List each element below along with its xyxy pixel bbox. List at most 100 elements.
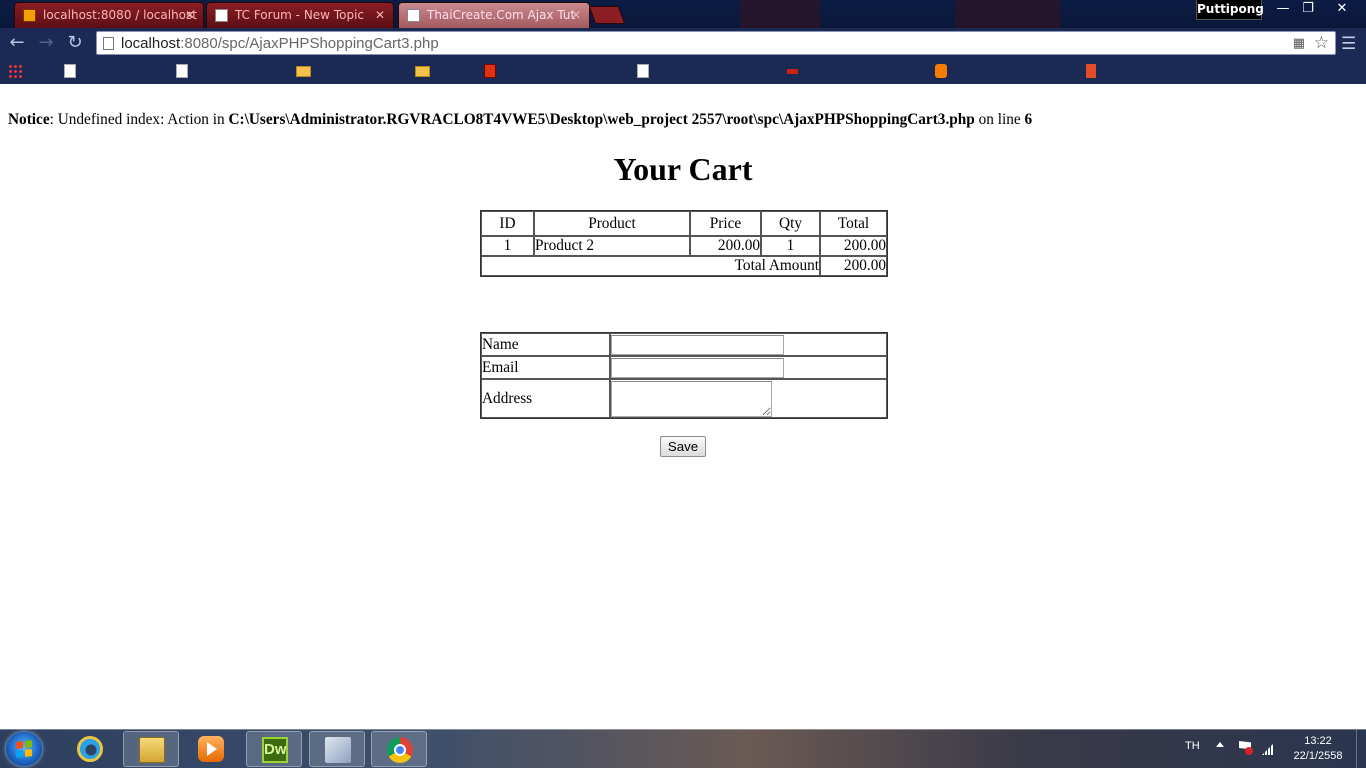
application-icon — [325, 737, 351, 763]
cell-total: 200.00 — [820, 236, 887, 256]
close-window-button[interactable]: ✕ — [1328, 0, 1356, 18]
bookmark-page-icon[interactable] — [176, 64, 188, 78]
notice-on-line: on line — [974, 111, 1025, 128]
tab-label: ThaiCreate.Com Ajax Tut — [427, 8, 576, 22]
taskbar-media-player[interactable] — [183, 731, 239, 767]
table-row: 1 Product 2 200.00 1 200.00 — [481, 236, 887, 256]
url-host: localhost — [121, 35, 181, 52]
media-player-icon — [198, 736, 224, 762]
page-info-icon[interactable] — [103, 37, 114, 50]
close-tab-icon[interactable]: ✕ — [375, 3, 385, 27]
bookmark-folder-icon[interactable] — [415, 66, 430, 77]
column-header-total: Total — [820, 211, 887, 236]
notice-path: C:\Users\Administrator.RGVRACLO8T4VWE5\D… — [228, 111, 975, 128]
network-signal-icon[interactable] — [1262, 741, 1276, 755]
dreamweaver-icon: Dw — [262, 737, 288, 763]
url-text[interactable]: localhost:8080/spc/AjaxPHPShoppingCart3.… — [121, 35, 439, 52]
office-icon[interactable] — [1086, 64, 1096, 78]
file-explorer-icon — [139, 737, 165, 763]
bookmark-page-icon[interactable] — [637, 64, 649, 78]
notice-message: : Undefined index: Action in — [49, 111, 229, 128]
page-title: Your Cart — [613, 151, 753, 187]
blogger-icon[interactable] — [935, 64, 947, 78]
internet-explorer-icon — [77, 736, 103, 762]
column-header-id: ID — [481, 211, 534, 236]
restore-button[interactable]: ❐ — [1295, 0, 1321, 18]
close-tab-icon[interactable]: ✕ — [571, 3, 581, 27]
bookmark-site-icon[interactable] — [787, 69, 798, 74]
show-desktop-button[interactable] — [1356, 729, 1366, 768]
clock-time: 13:22 — [1304, 735, 1332, 747]
start-button[interactable] — [6, 732, 42, 766]
bookmark-folder-icon[interactable] — [296, 66, 311, 77]
cell-price: 200.00 — [690, 236, 761, 256]
cell-qty: 1 — [761, 236, 820, 256]
title-bar-background — [955, 0, 1060, 28]
close-tab-icon[interactable]: ✕ — [185, 3, 195, 27]
system-clock[interactable]: 13:22 22/1/2558 — [1290, 734, 1346, 764]
name-cell — [610, 333, 887, 356]
checkout-form: Name Email Address — [480, 332, 888, 419]
chrome-menu-icon[interactable]: ☰ — [1341, 34, 1361, 54]
windows-taskbar: Dw TH 13:22 22/1/2558 — [0, 729, 1366, 768]
bookmark-star-icon[interactable]: ☆ — [1314, 33, 1329, 53]
tab-label: localhost:8080 / localhost — [43, 8, 197, 22]
language-indicator[interactable]: TH — [1185, 740, 1200, 752]
tab-thaicreate-active[interactable]: ThaiCreate.Com Ajax Tut ✕ — [398, 2, 590, 28]
total-amount-label: Total Amount — [481, 256, 820, 276]
tab-tc-forum[interactable]: TC Forum - New Topic ✕ — [206, 2, 394, 28]
phpmyadmin-icon — [23, 9, 36, 22]
notice-line-number: 6 — [1024, 111, 1033, 128]
email-label: Email — [481, 356, 610, 379]
clock-date: 22/1/2558 — [1293, 750, 1343, 762]
address-textarea[interactable] — [611, 381, 772, 417]
apps-grid-icon[interactable] — [8, 64, 22, 78]
notice-label: Notice — [8, 111, 50, 128]
form-row-name: Name — [481, 333, 887, 356]
cell-id: 1 — [481, 236, 534, 256]
address-cell — [610, 379, 887, 418]
column-header-qty: Qty — [761, 211, 820, 236]
translate-icon[interactable]: ▦ — [1293, 36, 1305, 51]
total-amount-value: 200.00 — [820, 256, 887, 276]
name-input[interactable] — [611, 335, 784, 355]
form-row-email: Email — [481, 356, 887, 379]
bookmark-page-icon[interactable] — [64, 64, 76, 78]
address-bar[interactable]: localhost:8080/spc/AjaxPHPShoppingCart3.… — [96, 31, 1336, 55]
email-cell — [610, 356, 887, 379]
taskbar-dreamweaver[interactable]: Dw — [246, 731, 302, 767]
browser-title-bar: localhost:8080 / localhost ✕ TC Forum - … — [0, 0, 1366, 28]
title-bar-background — [740, 0, 820, 28]
cart-table: ID Product Price Qty Total 1 Product 2 2… — [480, 210, 888, 277]
url-path: :8080/spc/AjaxPHPShoppingCart3.php — [180, 35, 439, 52]
action-center-alert-icon — [1245, 747, 1253, 755]
minimize-button[interactable]: — — [1270, 0, 1296, 18]
profile-user-badge[interactable]: Puttipong — [1196, 0, 1264, 20]
chrome-icon — [387, 737, 413, 763]
taskbar-internet-explorer[interactable] — [62, 731, 118, 767]
tab-label: TC Forum - New Topic — [235, 8, 364, 22]
php-notice: Notice: Undefined index: Action in C:\Us… — [8, 111, 1032, 129]
form-row-address: Address — [481, 379, 887, 418]
show-hidden-icons-icon[interactable] — [1216, 742, 1224, 747]
tab-phpmyadmin[interactable]: localhost:8080 / localhost ✕ — [14, 2, 204, 28]
new-tab-button[interactable] — [588, 6, 626, 24]
forward-arrow-icon[interactable]: → — [34, 32, 58, 54]
email-input[interactable] — [611, 358, 784, 378]
column-header-product: Product — [534, 211, 690, 236]
taskbar-chrome[interactable] — [371, 731, 427, 767]
page-content: Notice: Undefined index: Action in C:\Us… — [0, 84, 1366, 729]
bookmarks-bar — [0, 58, 1366, 84]
bookmark-site-icon[interactable] — [484, 64, 496, 78]
page-icon — [407, 9, 420, 22]
table-header-row: ID Product Price Qty Total — [481, 211, 887, 236]
save-button[interactable]: Save — [660, 436, 706, 457]
taskbar-sheen — [0, 729, 1366, 730]
reload-icon[interactable]: ↻ — [63, 32, 87, 54]
column-header-price: Price — [690, 211, 761, 236]
back-arrow-icon[interactable]: ← — [5, 32, 29, 54]
taskbar-app-cube[interactable] — [309, 731, 365, 767]
taskbar-file-explorer[interactable] — [123, 731, 179, 767]
address-label: Address — [481, 379, 610, 418]
name-label: Name — [481, 333, 610, 356]
